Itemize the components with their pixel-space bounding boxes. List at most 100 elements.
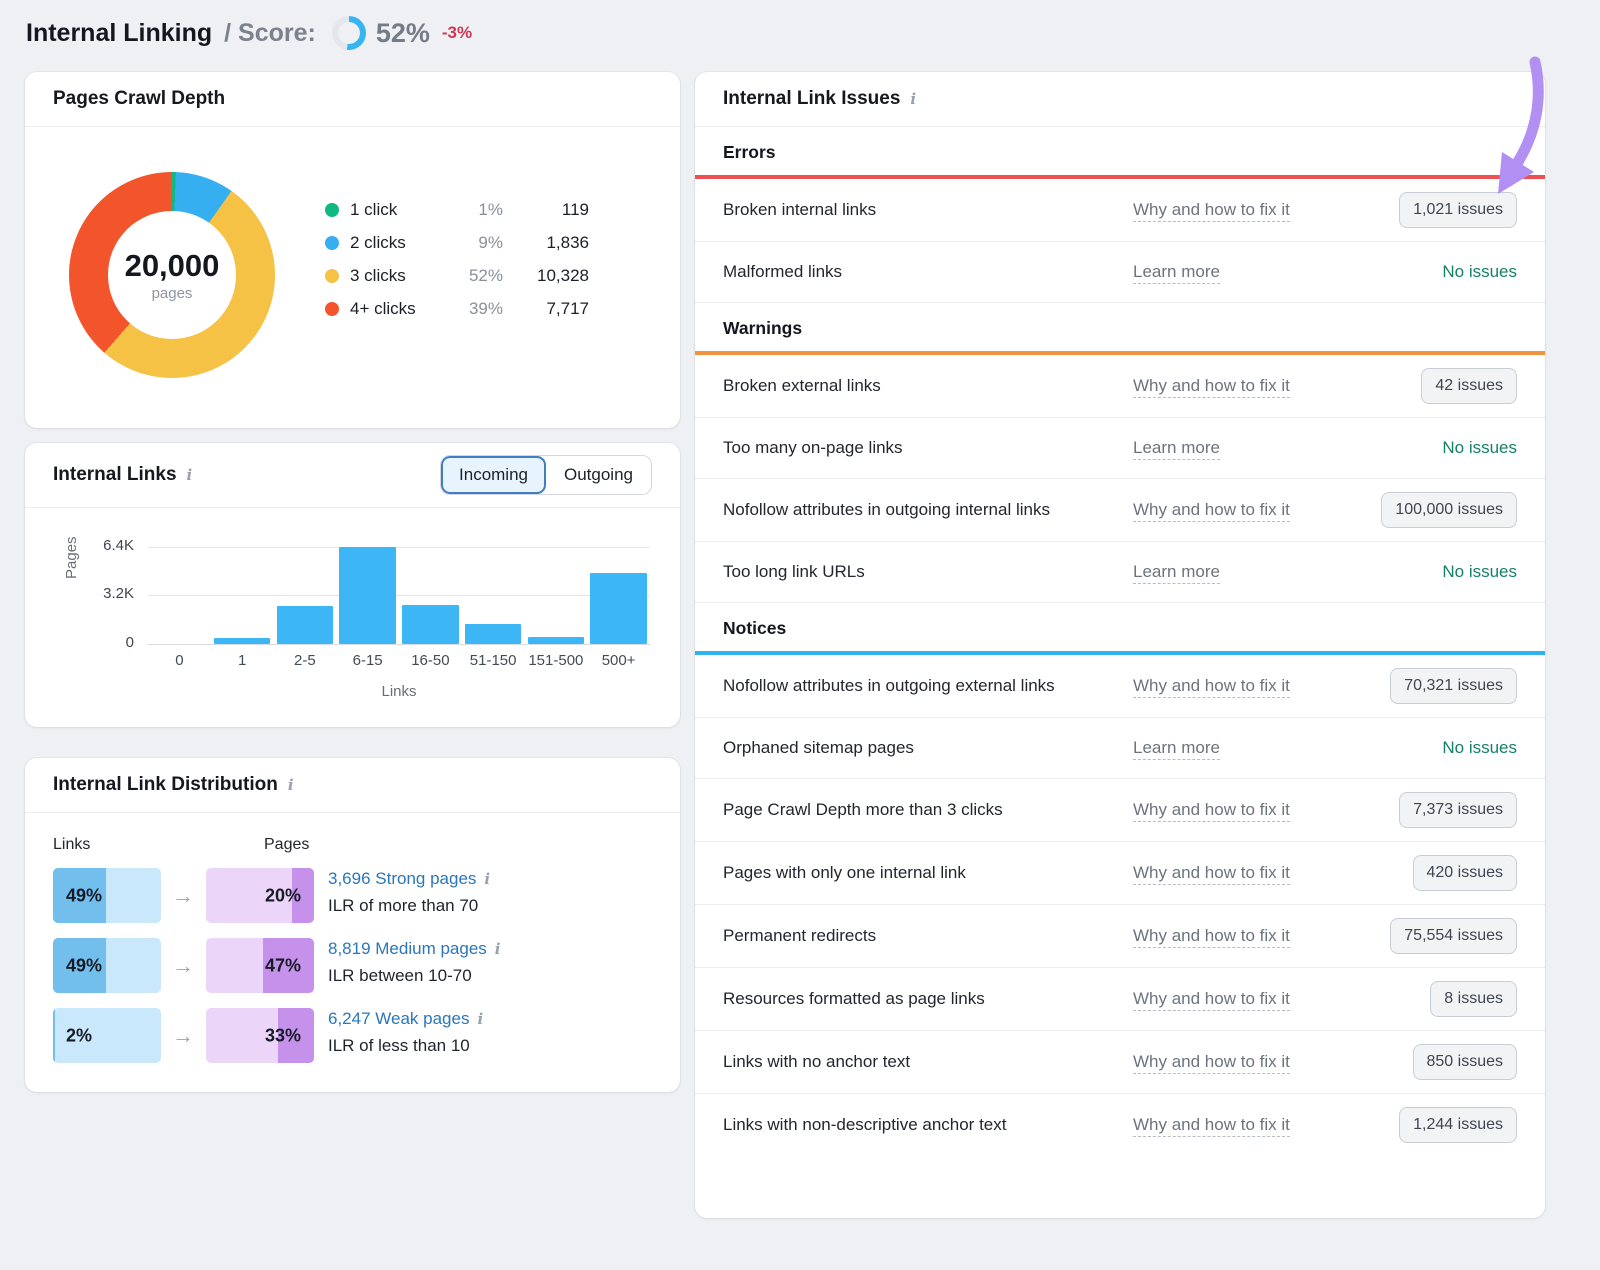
learn-more-link[interactable]: Learn more: [1133, 738, 1220, 760]
issue-label: Permanent redirects: [723, 923, 1095, 949]
issues-count-button[interactable]: 1,021 issues: [1399, 192, 1517, 228]
distribution-row: 49%→20%3,696 Strong pagesiILR of more th…: [25, 868, 680, 923]
why-how-to-fix-link[interactable]: Why and how to fix it: [1133, 863, 1290, 885]
bar-slot: [211, 547, 274, 644]
issues-count-button[interactable]: 75,554 issues: [1390, 918, 1517, 954]
issue-action: Why and how to fix it: [1133, 200, 1358, 220]
why-how-to-fix-link[interactable]: Why and how to fix it: [1133, 800, 1290, 822]
why-how-to-fix-link[interactable]: Why and how to fix it: [1133, 1115, 1290, 1137]
card-title-text: Internal Links: [53, 464, 177, 486]
arrow-right-icon: →: [172, 1023, 194, 1049]
total-pages-label: pages: [152, 285, 193, 302]
info-icon[interactable]: i: [910, 90, 916, 108]
legend-label-text: 3 clicks: [350, 266, 406, 286]
page-title: Internal Linking: [26, 19, 212, 48]
card-header: Internal Links i IncomingOutgoing: [25, 443, 680, 508]
x-tick-1: 1: [211, 652, 274, 669]
toggle-outgoing[interactable]: Outgoing: [546, 456, 651, 494]
bar-1[interactable]: [214, 638, 270, 644]
issues-count-button[interactable]: 42 issues: [1421, 368, 1517, 404]
issues-section-errors: ErrorsBroken internal linksWhy and how t…: [695, 127, 1545, 303]
why-how-to-fix-link[interactable]: Why and how to fix it: [1133, 1052, 1290, 1074]
issues-count-button[interactable]: 100,000 issues: [1381, 492, 1517, 528]
ilr-description: ILR of more than 70: [328, 896, 490, 916]
bar-2-5[interactable]: [277, 606, 333, 644]
issue-value: No issues: [1358, 738, 1517, 758]
why-how-to-fix-link[interactable]: Why and how to fix it: [1133, 676, 1290, 698]
total-pages-value: 20,000: [125, 248, 220, 284]
learn-more-link[interactable]: Learn more: [1133, 438, 1220, 460]
distribution-row-text: 3,696 Strong pages i ILR of more than 70: [328, 869, 490, 916]
pages-bar: 20%: [206, 868, 314, 923]
issues-count-button[interactable]: 70,321 issues: [1390, 668, 1517, 704]
legend-item: 1 click1%119: [325, 200, 589, 220]
why-how-to-fix-link[interactable]: Why and how to fix it: [1133, 500, 1290, 522]
no-issues-text: No issues: [1442, 438, 1517, 458]
legend-percent: 39%: [445, 299, 503, 319]
bar-slot: [148, 547, 211, 644]
pages-bar: 47%: [206, 938, 314, 993]
x-tick-0: 0: [148, 652, 211, 669]
learn-more-link[interactable]: Learn more: [1133, 262, 1220, 284]
why-how-to-fix-link[interactable]: Why and how to fix it: [1133, 926, 1290, 948]
toggle-incoming[interactable]: Incoming: [441, 456, 546, 494]
why-how-to-fix-link[interactable]: Why and how to fix it: [1133, 200, 1290, 222]
bar-6-15[interactable]: [339, 547, 395, 644]
issue-action: Learn more: [1133, 738, 1358, 758]
bar-151-500[interactable]: [528, 637, 584, 644]
bar-slot: [587, 547, 650, 644]
report-header: Internal Linking / Score: 52% -3%: [26, 16, 472, 50]
info-icon[interactable]: i: [495, 940, 501, 958]
issue-value: 1,244 issues: [1358, 1107, 1517, 1143]
issues-count-button[interactable]: 8 issues: [1430, 981, 1517, 1017]
pages-link[interactable]: 8,819 Medium pages: [328, 939, 487, 959]
why-how-to-fix-link[interactable]: Why and how to fix it: [1133, 376, 1290, 398]
issue-label: Malformed links: [723, 259, 1095, 285]
info-icon[interactable]: i: [477, 1010, 483, 1028]
pages-link[interactable]: 6,247 Weak pages: [328, 1009, 469, 1029]
issue-action: Why and how to fix it: [1133, 376, 1358, 396]
issue-row: Nofollow attributes in outgoing external…: [695, 655, 1545, 718]
legend-label: 3 clicks: [325, 266, 445, 286]
issue-action: Why and how to fix it: [1133, 989, 1358, 1009]
issue-action: Why and how to fix it: [1133, 676, 1358, 696]
issue-action: Learn more: [1133, 262, 1358, 282]
issue-action: Learn more: [1133, 438, 1358, 458]
issue-row: Permanent redirects Why and how to fix it…: [695, 905, 1545, 968]
issue-value: 70,321 issues: [1358, 668, 1517, 704]
issue-row: Too long link URLsLearn moreNo issues: [695, 542, 1545, 603]
issues-count-button[interactable]: 1,244 issues: [1399, 1107, 1517, 1143]
crawl-depth-donut-chart[interactable]: 20,000 pages: [69, 172, 275, 378]
info-icon[interactable]: i: [187, 466, 193, 484]
pages-percent: 33%: [265, 1025, 301, 1046]
section-header-warnings: Warnings: [695, 303, 1545, 351]
learn-more-link[interactable]: Learn more: [1133, 562, 1220, 584]
info-icon[interactable]: i: [484, 870, 490, 888]
issue-row: Broken external linksWhy and how to fix …: [695, 355, 1545, 418]
y-tick: 6.4K: [103, 537, 134, 554]
bar-slot: [274, 547, 337, 644]
bar-51-150[interactable]: [465, 624, 521, 644]
bars-container: [148, 547, 650, 644]
issues-count-button[interactable]: 7,373 issues: [1399, 792, 1517, 828]
info-icon[interactable]: i: [288, 776, 294, 794]
legend-count: 7,717: [503, 299, 589, 319]
issues-section-warnings: WarningsBroken external linksWhy and how…: [695, 303, 1545, 603]
issue-value: 42 issues: [1358, 368, 1517, 404]
links-bar-fill: [53, 1008, 55, 1063]
issue-row: Too many on-page linksLearn moreNo issue…: [695, 418, 1545, 479]
arrow-right-icon: →: [172, 883, 194, 909]
issue-row: Orphaned sitemap pagesLearn moreNo issue…: [695, 718, 1545, 779]
bar-500+[interactable]: [590, 573, 646, 644]
legend-color-dot: [325, 269, 339, 283]
pages-link[interactable]: 3,696 Strong pages: [328, 869, 476, 889]
bar-16-50[interactable]: [402, 605, 458, 644]
issue-value: 7,373 issues: [1358, 792, 1517, 828]
why-how-to-fix-link[interactable]: Why and how to fix it: [1133, 989, 1290, 1011]
issues-count-button[interactable]: 420 issues: [1413, 855, 1518, 891]
legend-label-text: 2 clicks: [350, 233, 406, 253]
issues-table: ErrorsBroken internal linksWhy and how t…: [695, 127, 1545, 1156]
issue-value: No issues: [1358, 562, 1517, 582]
x-tick-2-5: 2-5: [274, 652, 337, 669]
issues-count-button[interactable]: 850 issues: [1413, 1044, 1518, 1080]
